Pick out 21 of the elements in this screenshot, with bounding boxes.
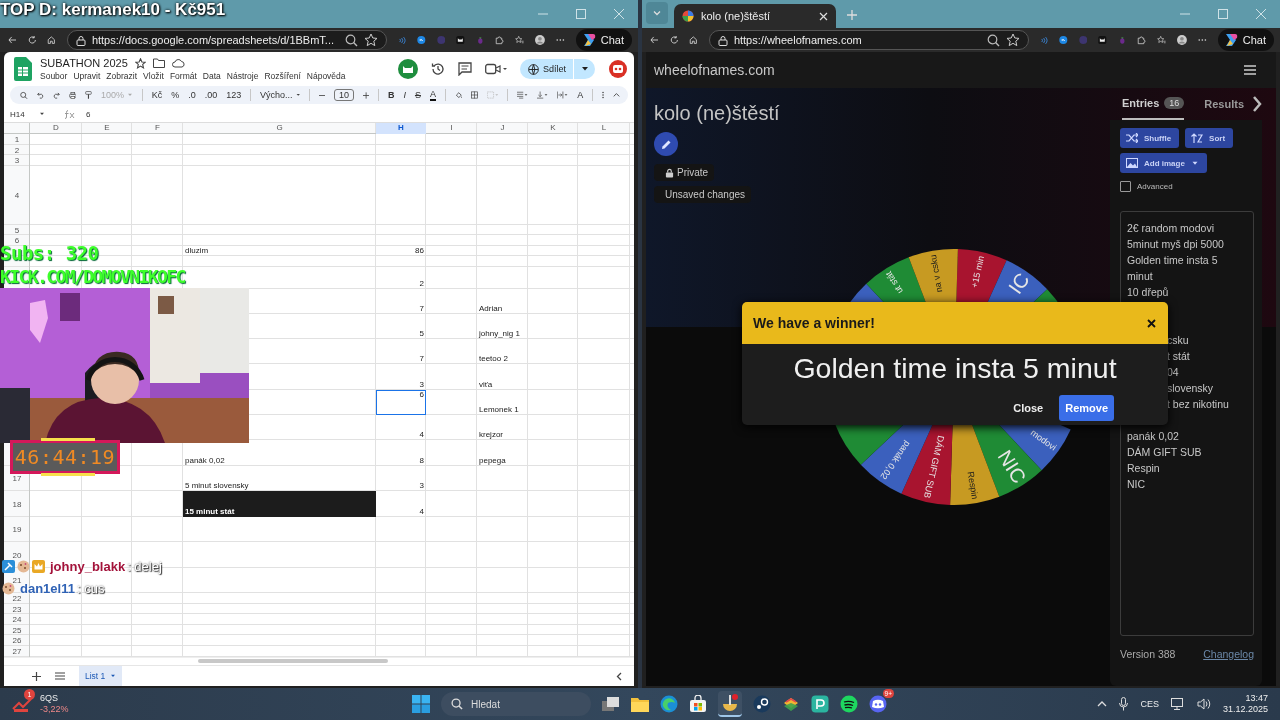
unsaved-status: Unsaved changes bbox=[654, 186, 752, 203]
wheel-title: kolo (ne)štěstí bbox=[654, 102, 780, 125]
wheel-label: NIC bbox=[993, 446, 1031, 488]
stock-change: -3,22% bbox=[40, 704, 69, 715]
stock-symbol: 6QS bbox=[40, 693, 59, 704]
chat-username: dan1el11 bbox=[20, 581, 75, 596]
version-text: Version 388 bbox=[1120, 648, 1176, 660]
wheel-label: ut stát bbox=[883, 269, 905, 296]
dialog-title: We have a winner! bbox=[753, 315, 875, 331]
chat-message: : delej bbox=[127, 559, 162, 574]
winner-name: Golden time insta 5 minut bbox=[792, 352, 1118, 385]
chat-username: johny_blakk bbox=[50, 559, 126, 574]
wheel-label: Respin bbox=[965, 470, 980, 500]
wheel-label: na v csku bbox=[928, 254, 945, 294]
count-badge: 16 bbox=[1164, 97, 1185, 109]
countdown-timer: 46:44:19 bbox=[14, 445, 116, 469]
wheel-label: +15 min bbox=[969, 254, 987, 289]
wheel-label: DÁM GIFT SUB bbox=[921, 434, 946, 500]
top-donor-text: TOP D: kermanek10 - Kč951 bbox=[0, 0, 226, 20]
wheel-label: IC bbox=[1004, 268, 1034, 298]
chat-message: : cus bbox=[76, 581, 105, 596]
